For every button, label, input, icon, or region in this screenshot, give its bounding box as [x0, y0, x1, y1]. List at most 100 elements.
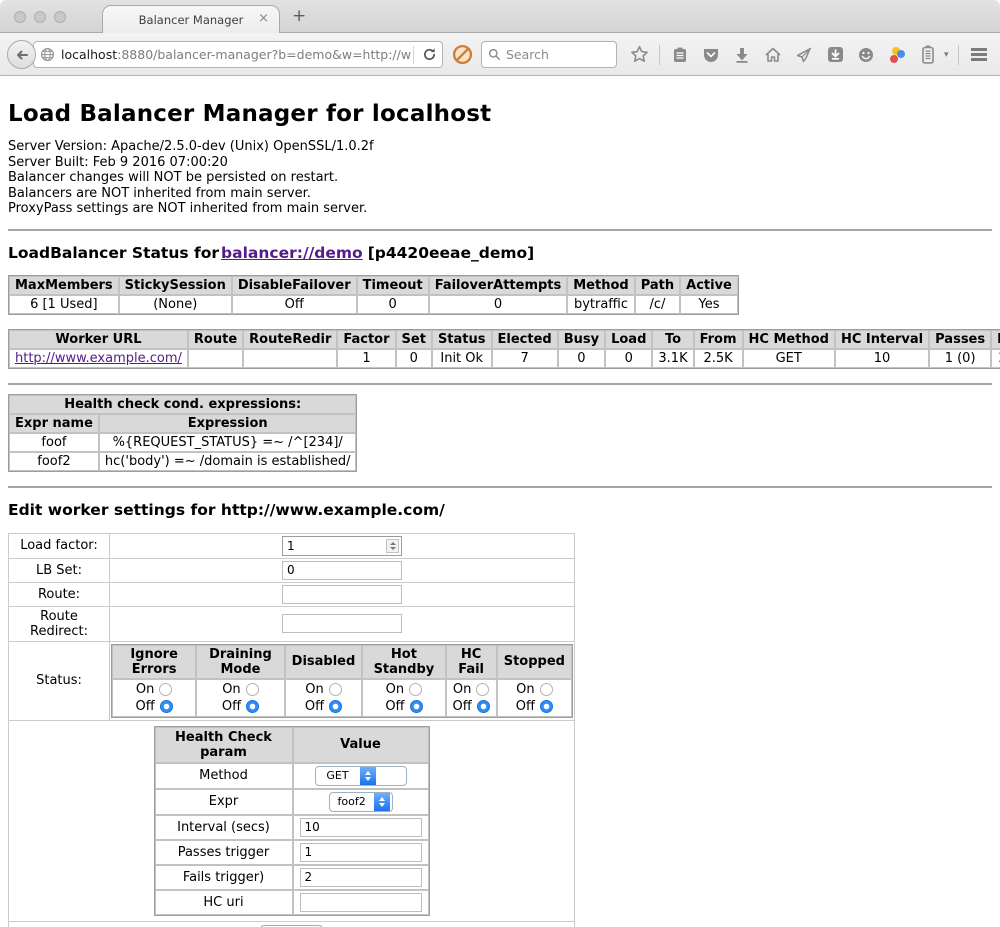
home-icon[interactable] — [762, 44, 784, 66]
cell: 0 — [357, 295, 429, 314]
tab-balancer-manager[interactable]: Balancer Manager × — [102, 5, 280, 33]
pocket-icon[interactable] — [700, 44, 722, 66]
column-header: Worker URL — [9, 330, 188, 349]
search-input[interactable] — [506, 47, 606, 62]
hc-row-hc-uri: HC uri — [155, 890, 429, 915]
chevron-down-icon[interactable]: ▾ — [944, 50, 949, 60]
load-factor-label: Load factor: — [9, 533, 110, 558]
passes-input[interactable] — [300, 843, 422, 862]
cell: /c/ — [635, 295, 680, 314]
route-input[interactable] — [282, 585, 402, 604]
radio-off-ignore-errors[interactable] — [160, 700, 173, 713]
worker-url-link[interactable]: http://www.example.com/ — [15, 351, 182, 366]
fails-input[interactable] — [300, 868, 422, 887]
table-row: 6 [1 Used] (None) Off 0 0 bytraffic /c/ … — [9, 295, 738, 314]
urlbar-divider — [413, 46, 414, 64]
page-content: Load Balancer Manager for localhost Serv… — [0, 77, 1000, 927]
reload-button[interactable] — [416, 47, 442, 62]
column-header: MaxMembers — [9, 276, 119, 295]
method-label: Method — [155, 763, 293, 789]
form-row-health-check: Health Check param Value Method GET — [9, 720, 575, 921]
status-cell-disabled: On Off — [285, 679, 363, 717]
menu-hamburger-icon[interactable] — [968, 44, 990, 66]
window-close-button[interactable] — [14, 11, 26, 23]
cell: 0 — [605, 349, 652, 368]
on-label: On — [453, 681, 471, 698]
downloads-icon[interactable] — [731, 44, 753, 66]
radio-on-ignore-errors[interactable] — [159, 683, 172, 696]
bookmarks-menu-icon[interactable] — [669, 44, 691, 66]
radio-on-hc-fail[interactable] — [476, 683, 489, 696]
balancer-demo-link[interactable]: balancer://demo — [221, 244, 363, 262]
navigation-toolbar: localhost:8880/balancer-manager?b=demo&w… — [0, 33, 1000, 76]
column-header: Load — [605, 330, 652, 349]
route-redirect-input[interactable] — [282, 614, 402, 633]
url-text[interactable]: localhost:8880/balancer-manager?b=demo&w… — [61, 47, 411, 62]
window-zoom-button[interactable] — [54, 11, 66, 23]
url-bar[interactable]: localhost:8880/balancer-manager?b=demo&w… — [33, 41, 443, 68]
method-select[interactable]: GET — [315, 766, 407, 786]
battery-extension-icon[interactable] — [917, 44, 939, 66]
interval-input[interactable] — [300, 818, 422, 837]
form-row-route-redirect: Route Redirect: — [9, 606, 575, 641]
feedback-smiley-icon[interactable] — [855, 44, 877, 66]
window-minimize-button[interactable] — [34, 11, 46, 23]
extension-palette-icon[interactable] — [886, 44, 908, 66]
bookmark-star-icon[interactable] — [628, 44, 650, 66]
off-label: Off — [385, 698, 404, 715]
column-header: Route — [188, 330, 243, 349]
lb-set-input[interactable] — [282, 561, 402, 580]
server-info: Server Version: Apache/2.5.0-dev (Unix) … — [8, 139, 992, 217]
column-header: Expression — [99, 414, 357, 433]
column-header: Passes — [929, 330, 991, 349]
radio-off-hc-fail[interactable] — [477, 700, 490, 713]
hc-row-method: Method GET — [155, 763, 429, 789]
load-factor-stepper[interactable] — [282, 536, 402, 556]
load-factor-input[interactable] — [282, 536, 402, 556]
back-button[interactable] — [7, 40, 36, 69]
column-header: From — [694, 330, 743, 349]
column-header: To — [652, 330, 693, 349]
column-header: Elected — [492, 330, 558, 349]
radio-on-disabled[interactable] — [329, 683, 342, 696]
table-row: foof %{REQUEST_STATUS} =~ /^[234]/ — [9, 433, 356, 452]
route-redirect-label: Route Redirect: — [9, 606, 110, 641]
radio-on-hot-standby[interactable] — [409, 683, 422, 696]
on-label: On — [222, 681, 240, 698]
download-panel-icon[interactable] — [824, 44, 846, 66]
expr-select[interactable]: foof2 — [329, 792, 393, 812]
status-column-header: Hot Standby — [362, 645, 445, 679]
titlebar: Balancer Manager × + — [0, 0, 1000, 33]
radio-off-draining-mode[interactable] — [246, 700, 259, 713]
send-page-icon[interactable] — [793, 44, 815, 66]
radio-off-disabled[interactable] — [329, 700, 342, 713]
radio-off-hot-standby[interactable] — [410, 700, 423, 713]
number-spinner-icon[interactable] — [386, 539, 399, 553]
content-blocker-button[interactable] — [450, 42, 474, 66]
hc-param-header: Health Check param — [155, 727, 293, 763]
status-radio-row: On Off On Off On Off — [112, 679, 572, 717]
new-tab-button[interactable]: + — [292, 6, 306, 26]
off-label: Off — [453, 698, 472, 715]
expr-value: hc('body') =~ /domain is established/ — [99, 452, 357, 471]
warning-line: Balancers are NOT inherited from main se… — [8, 186, 992, 202]
method-select-value: GET — [316, 767, 360, 785]
column-header: RouteRedir — [243, 330, 337, 349]
passes-label: Passes trigger — [155, 840, 293, 865]
column-header: Expr name — [9, 414, 99, 433]
expr-value: %{REQUEST_STATUS} =~ /^[234]/ — [99, 433, 357, 452]
radio-on-stopped[interactable] — [540, 683, 553, 696]
search-bar[interactable] — [481, 41, 617, 68]
tab-close-icon[interactable]: × — [258, 11, 269, 26]
radio-off-stopped[interactable] — [540, 700, 553, 713]
hc-uri-label: HC uri — [155, 890, 293, 915]
hc-uri-input[interactable] — [300, 893, 422, 912]
radio-on-draining-mode[interactable] — [246, 683, 259, 696]
status-cell-hc-fail: On Off — [446, 679, 497, 717]
status-cell-draining-mode: On Off — [196, 679, 284, 717]
column-header: Path — [635, 276, 680, 295]
cell: 6 [1 Used] — [9, 295, 119, 314]
hc-value-header: Value — [293, 727, 429, 763]
column-header: Factor — [337, 330, 395, 349]
back-arrow-icon — [14, 47, 30, 63]
